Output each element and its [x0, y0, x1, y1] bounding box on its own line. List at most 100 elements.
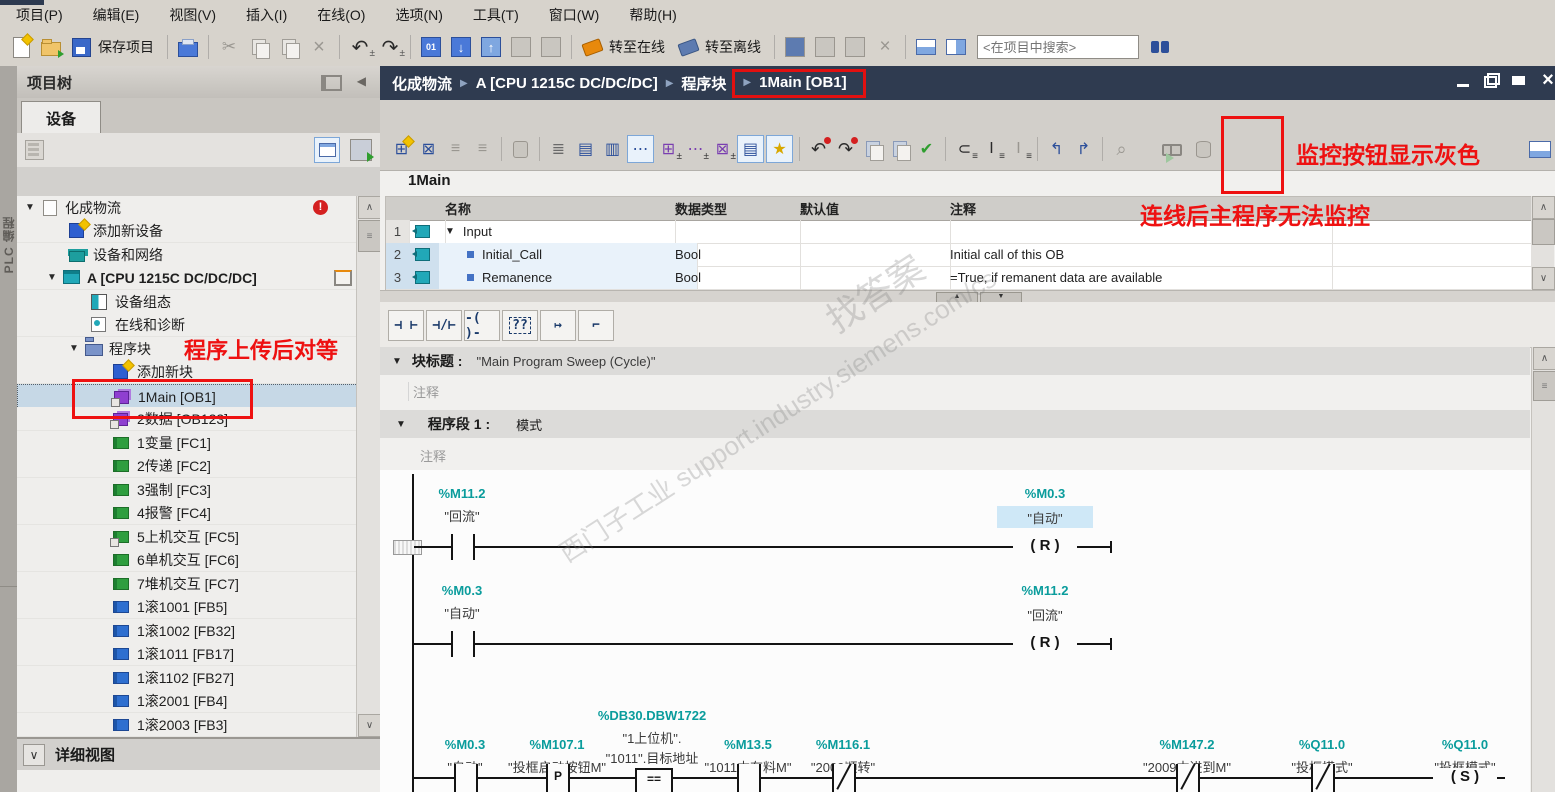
cell-comment-remanence[interactable]: =True, if remanent data are available	[944, 266, 1333, 290]
ladder-scroll-up-icon[interactable]: ∧	[1533, 347, 1555, 370]
collapse-networks-button[interactable]: ▤	[573, 136, 598, 162]
menu-insert[interactable]: 插入(I)	[246, 5, 287, 25]
menu-options[interactable]: 选项(N)	[395, 5, 442, 25]
call-structure-button[interactable]: Ι ≡	[979, 136, 1005, 162]
upload-button[interactable]: ↑	[478, 34, 504, 60]
cell-name-remanence[interactable]: Remanence	[439, 266, 698, 290]
rung1-contact-address[interactable]: %M11.2	[397, 486, 527, 501]
insert-network-button[interactable]: ⊞	[389, 135, 415, 162]
breadcrumb-project[interactable]: 化成物流	[392, 73, 452, 94]
find-replace-button[interactable]: ⌕	[1109, 136, 1134, 162]
table-scroll-thumb[interactable]	[1532, 219, 1555, 245]
menu-edit[interactable]: 编辑(E)	[93, 5, 140, 25]
collapse-panel-icon[interactable]: ◀	[357, 74, 366, 88]
menu-view[interactable]: 视图(V)	[169, 5, 216, 25]
tree-item-devices-networks[interactable]: 设备和网络	[17, 243, 408, 267]
compile-button[interactable]: 01	[418, 34, 444, 60]
window-button-1[interactable]	[812, 34, 838, 60]
network-1-title[interactable]: 模式	[516, 415, 542, 434]
rung1-no-contact[interactable]	[451, 534, 475, 560]
grid-view-icon[interactable]	[314, 137, 340, 163]
menu-help[interactable]: 帮助(H)	[629, 5, 676, 25]
go-online-label[interactable]: 转至在线	[609, 37, 665, 57]
open-project-button[interactable]	[38, 34, 64, 60]
col-header-datatype[interactable]: 数据类型	[669, 197, 801, 221]
compile-block-button[interactable]: ✔	[914, 136, 939, 162]
go-to-next-button[interactable]: ↱	[1071, 136, 1096, 162]
table-scroll-down-icon[interactable]: ∨	[1532, 267, 1555, 290]
network-1-bar[interactable]: ▼ 程序段 1 : 模式	[380, 410, 1530, 438]
maximize-icon[interactable]	[1511, 73, 1529, 89]
download-button[interactable]: ↓	[448, 34, 474, 60]
save-project-button[interactable]	[68, 34, 94, 60]
stop-cpu-button[interactable]	[538, 34, 564, 60]
details-view-bar[interactable]: ∨ 详细视图	[17, 737, 380, 770]
rung3-e7-address[interactable]: %Q11.0	[1400, 737, 1530, 752]
tree-item-project[interactable]: ▼ 化成物流!	[17, 196, 364, 220]
tab-devices[interactable]: 设备	[21, 101, 101, 134]
rung1-contact-tagname[interactable]: "回流"	[397, 506, 527, 525]
menu-tools[interactable]: 工具(T)	[473, 5, 519, 25]
rung3-e1-p-contact[interactable]: P	[546, 764, 570, 792]
copy-button[interactable]	[246, 34, 272, 60]
block-title-value[interactable]: "Main Program Sweep (Cycle)"	[476, 354, 655, 369]
table-scroll-up-icon[interactable]: ∧	[1532, 196, 1555, 219]
absolute-operands-button[interactable]: ▤	[737, 135, 764, 163]
go-online-icon[interactable]	[579, 34, 605, 60]
plc-programming-strip-label[interactable]: PLC 编程	[0, 216, 17, 273]
update-block-call-button[interactable]	[860, 136, 885, 162]
close-branch-tool[interactable]: ⌐	[578, 310, 614, 341]
pin-panel-icon[interactable]	[321, 75, 342, 91]
insert-row-button[interactable]: ≡	[443, 136, 468, 162]
close-icon[interactable]: ×	[1539, 70, 1555, 90]
call-environment-button[interactable]: ⊂ ≡	[952, 136, 978, 162]
ladder-scrollbar[interactable]: ∧ ≡	[1531, 347, 1555, 792]
redo-button[interactable]: ↷ ±	[377, 34, 405, 60]
delete-network-button[interactable]: ⊠	[416, 136, 441, 162]
cell-type-bool[interactable]: Bool	[669, 243, 801, 267]
search-binoculars-button[interactable]	[1147, 34, 1173, 60]
new-project-button[interactable]	[8, 32, 34, 60]
rung2-contact-tagname[interactable]: "自动"	[397, 603, 527, 622]
redo-error-button[interactable]: ↷	[833, 136, 858, 162]
sync-block-button[interactable]	[887, 136, 912, 162]
monitoring-button[interactable]	[1159, 136, 1184, 163]
rung2-reset-coil[interactable]: ( R )	[1013, 634, 1077, 651]
go-offline-label[interactable]: 转至离线	[705, 37, 761, 57]
start-cpu-button[interactable]	[508, 34, 534, 60]
undo-error-button[interactable]: ↶	[806, 136, 831, 162]
rung3-e4-nc-contact[interactable]	[832, 763, 856, 792]
favorites-button[interactable]: ★	[766, 135, 793, 163]
rung3-e4-address[interactable]: %M116.1	[778, 737, 908, 752]
go-offline-icon[interactable]	[675, 34, 701, 60]
col-header-name[interactable]: 名称	[439, 197, 676, 221]
rung1-coil-address[interactable]: %M0.3	[980, 486, 1110, 501]
table-scrollbar[interactable]: ∧ ∨	[1531, 196, 1555, 290]
diagnostics-button[interactable]	[782, 34, 808, 60]
snapshot-values-button[interactable]	[1191, 136, 1216, 162]
undo-button[interactable]: ↶ ±	[347, 34, 375, 60]
block-title-bar[interactable]: ▼ 块标题 : "Main Program Sweep (Cycle)"	[380, 347, 1530, 375]
cell-default[interactable]	[794, 243, 951, 267]
refresh-icon[interactable]	[350, 139, 374, 162]
rung2-coil-tagname[interactable]: "回流"	[980, 605, 1110, 624]
expand-triangle-icon[interactable]: ▼	[445, 226, 455, 237]
ladder-canvas[interactable]: %M11.2 "回流" %M0.3 "自动" ( R ) %M0.3 "自动" …	[380, 470, 1530, 792]
rung2-coil-address[interactable]: %M11.2	[980, 583, 1110, 598]
reset-start-values-button[interactable]	[508, 136, 533, 162]
menu-project[interactable]: 项目(P)	[16, 5, 63, 25]
col-header-default[interactable]: 默认值	[794, 197, 951, 221]
print-button[interactable]	[175, 34, 201, 60]
block-comment-placeholder[interactable]: 注释	[408, 382, 439, 401]
nc-contact-tool[interactable]: ⊣/⊢	[426, 310, 462, 341]
breadcrumb-plc[interactable]: A [CPU 1215C DC/DC/DC]	[476, 75, 658, 92]
rung3-e5-nc-contact[interactable]	[1176, 763, 1200, 792]
rung3-e3-no-contact[interactable]	[737, 764, 761, 792]
rung3-e7-set-coil[interactable]: ( S )	[1433, 768, 1497, 785]
tree-scroll-down-icon[interactable]: ∨	[358, 714, 381, 737]
cell-default[interactable]	[794, 266, 951, 290]
cut-button[interactable]: ✂	[216, 34, 242, 60]
collapse-triangle-icon[interactable]: ▼	[396, 419, 406, 430]
project-search-input[interactable]	[977, 35, 1139, 59]
cell-type-bool[interactable]: Bool	[669, 266, 801, 290]
